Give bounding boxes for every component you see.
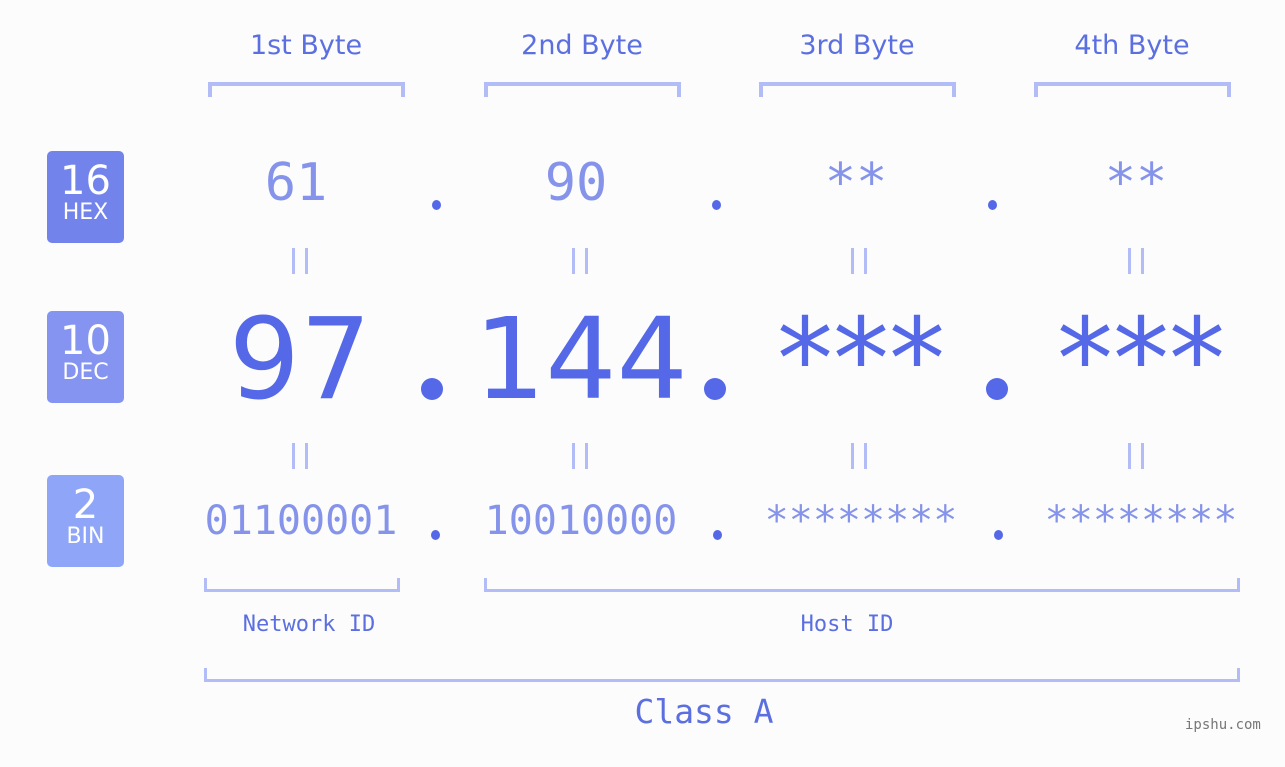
network-id-bracket [204,578,400,592]
byte-bracket-1 [208,82,405,97]
host-id-bracket [484,578,1240,592]
hex-badge-label: HEX [62,200,109,225]
bin-badge: 2 BIN [47,475,124,567]
equals-icon [851,248,867,274]
hex-badge: 16 HEX [47,151,124,243]
dec-badge-number: 10 [60,318,111,364]
equals-icon [851,443,867,469]
dec-dot-2 [704,378,726,400]
byte-header-1: 1st Byte [249,30,363,61]
equals-icon [292,443,308,469]
equals-icon [572,443,588,469]
host-id-label: Host ID [800,612,894,637]
bin-badge-label: BIN [66,524,105,549]
byte-header-4: 4th Byte [1074,30,1190,61]
dec-byte-2: 144 [474,295,688,425]
bin-byte-1: 01100001 [204,498,398,544]
hex-byte-1: 61 [264,153,328,213]
byte-header-3: 3rd Byte [799,30,915,61]
hex-dot-2 [712,200,721,210]
watermark: ipshu.com [1185,717,1261,733]
equals-icon [292,248,308,274]
dec-dot-1 [421,378,443,400]
bin-dot-3 [994,530,1003,540]
bin-byte-2: 10010000 [484,498,678,544]
hex-dot-3 [988,200,997,210]
dec-dot-3 [986,378,1008,400]
byte-bracket-3 [759,82,956,97]
byte-bracket-4 [1034,82,1231,97]
byte-header-2: 2nd Byte [521,30,643,61]
bin-byte-4: ******** [1044,498,1238,544]
bin-dot-1 [431,530,440,540]
hex-byte-3: ** [824,153,888,213]
equals-icon [1128,443,1144,469]
class-label: Class A [634,692,774,731]
hex-byte-4: ** [1104,153,1168,213]
dec-byte-1: 97 [228,295,372,425]
dec-byte-3: *** [777,295,945,425]
hex-byte-2: 90 [544,153,608,213]
hex-badge-number: 16 [60,158,111,204]
equals-icon [1128,248,1144,274]
dec-badge-label: DEC [62,360,109,385]
bin-byte-3: ******** [764,498,958,544]
dec-byte-4: *** [1057,295,1225,425]
bin-dot-2 [713,530,722,540]
byte-bracket-2 [484,82,681,97]
hex-dot-1 [432,200,441,210]
class-bracket [204,668,1240,682]
equals-icon [572,248,588,274]
dec-badge: 10 DEC [47,311,124,403]
network-id-label: Network ID [242,612,376,637]
bin-badge-number: 2 [72,482,99,528]
